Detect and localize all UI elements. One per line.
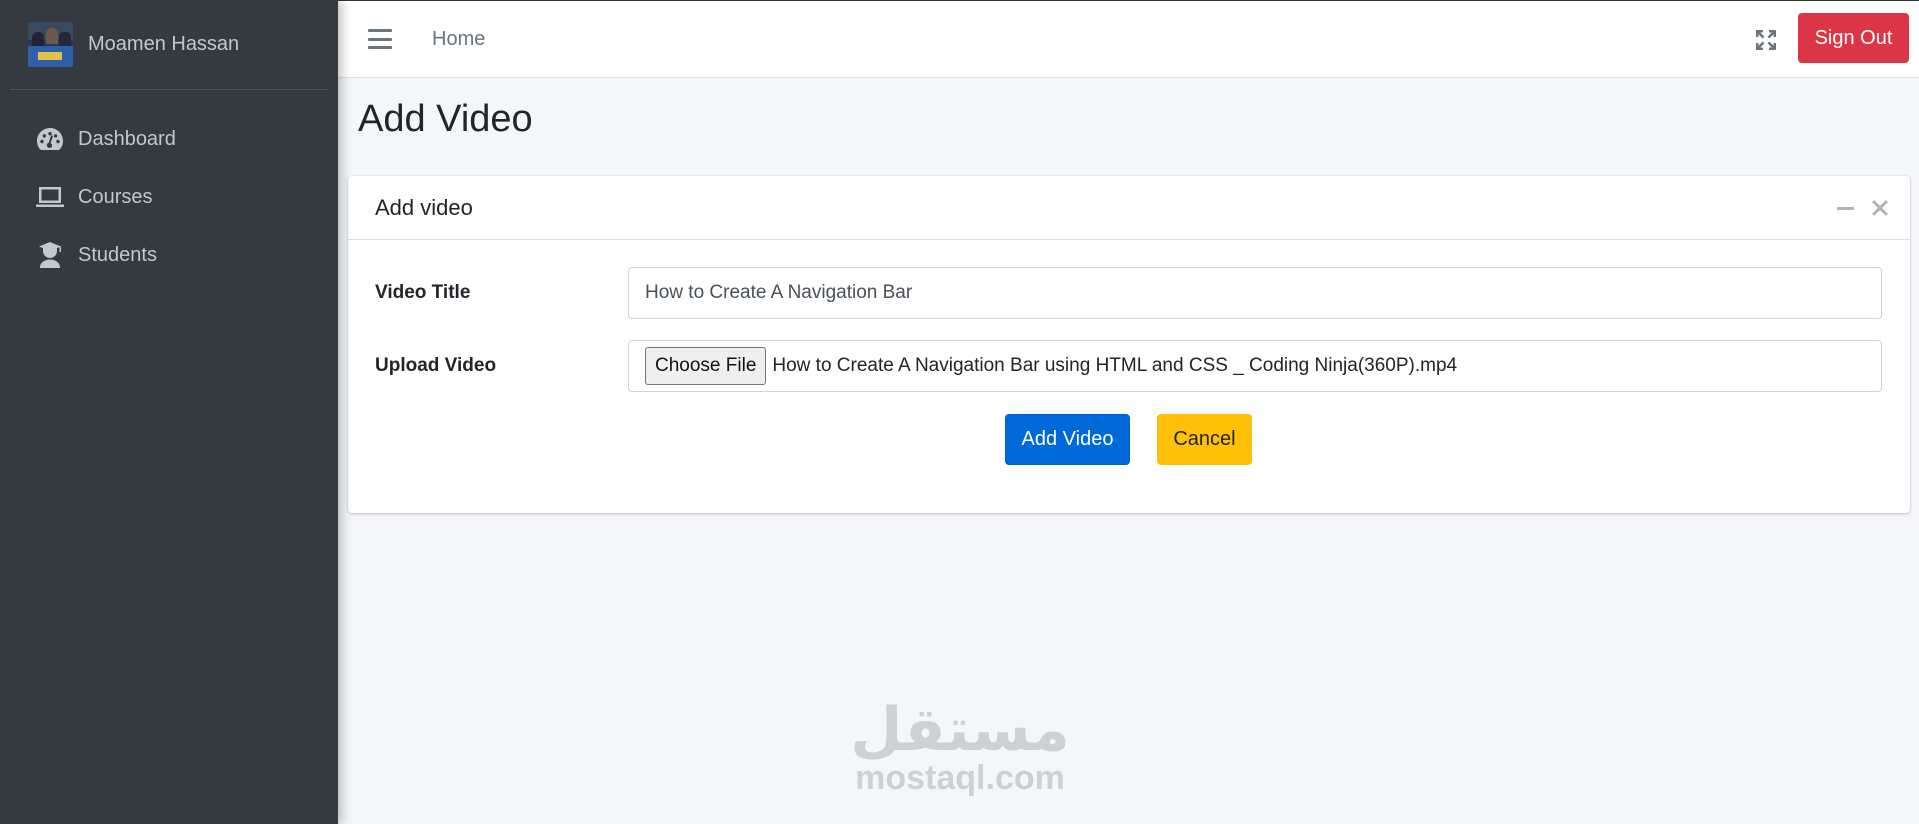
video-title-label: Video Title — [375, 282, 471, 303]
choose-file-button[interactable]: Choose File — [645, 347, 767, 385]
laptop-icon — [36, 187, 64, 207]
sidebar: Moamen Hassan Dashboard Courses Students — [0, 0, 338, 824]
watermark-arabic: مستقل — [850, 695, 1070, 765]
video-title-input[interactable] — [628, 267, 1882, 319]
upload-video-row: Upload Video Choose File How to Create A… — [375, 340, 1882, 392]
user-graduate-icon — [39, 242, 61, 268]
fullscreen-icon[interactable] — [1755, 29, 1777, 51]
sidebar-item-students[interactable]: Students — [10, 230, 328, 280]
avatar[interactable] — [28, 22, 73, 67]
card-header: Add video — [348, 176, 1910, 240]
user-panel: Moamen Hassan — [10, 0, 328, 90]
watermark-logo: مستقل mostaql.com — [850, 700, 1070, 796]
sidebar-item-label: Students — [78, 243, 157, 266]
watermark-latin: mostaql.com — [855, 759, 1065, 797]
collapse-icon[interactable] — [1837, 207, 1854, 210]
top-navbar: Home Sign Out — [338, 0, 1919, 78]
sidebar-nav: Dashboard Courses Students — [0, 114, 338, 280]
user-name[interactable]: Moamen Hassan — [88, 33, 239, 56]
page-title: Add Video — [358, 98, 533, 140]
card-title: Add video — [375, 194, 473, 220]
file-input[interactable]: Choose File How to Create A Navigation B… — [628, 340, 1882, 392]
sidebar-item-label: Courses — [78, 185, 153, 208]
selected-file-name: How to Create A Navigation Bar using HTM… — [772, 355, 1458, 376]
sidebar-item-dashboard[interactable]: Dashboard — [10, 114, 328, 164]
video-title-row: Video Title — [375, 267, 1882, 319]
menu-toggle-icon[interactable] — [368, 29, 392, 49]
tachometer-icon — [37, 128, 63, 150]
sign-out-button[interactable]: Sign Out — [1798, 13, 1909, 63]
close-icon[interactable] — [1870, 198, 1890, 218]
add-video-card: Add video Video Title Upload Video Choos… — [348, 176, 1910, 513]
sidebar-item-label: Dashboard — [78, 127, 176, 150]
upload-video-label: Upload Video — [375, 355, 497, 376]
nav-home-link[interactable]: Home — [432, 28, 485, 51]
add-video-button[interactable]: Add Video — [1005, 414, 1130, 465]
sidebar-item-courses[interactable]: Courses — [10, 172, 328, 222]
cancel-button[interactable]: Cancel — [1157, 414, 1252, 465]
